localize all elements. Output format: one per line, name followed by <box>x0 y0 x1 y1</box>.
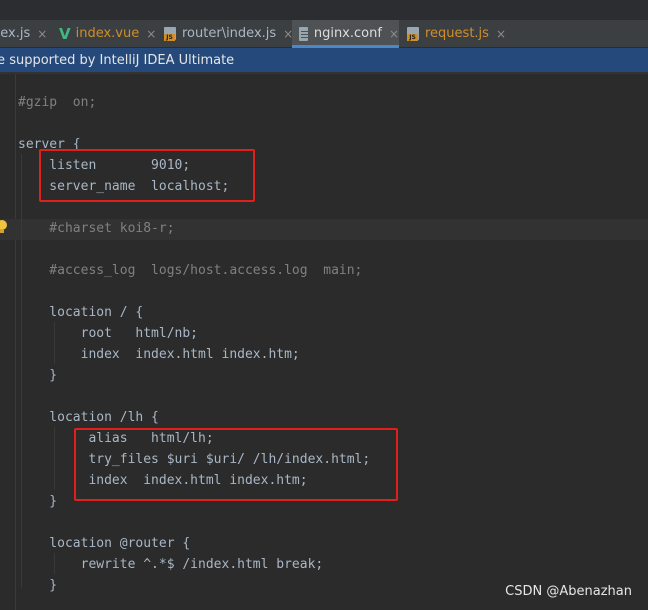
banner-text: re supported by IntelliJ IDEA Ultimate <box>0 52 235 68</box>
close-icon[interactable]: × <box>37 27 47 41</box>
tab-index-vue[interactable]: V index.vue × <box>59 20 164 47</box>
code-line: index index.html index.htm; <box>18 347 300 362</box>
code-line: #access_log logs/host.access.log main; <box>18 263 363 278</box>
tab-router-index-js[interactable]: JS router\index.js × <box>164 20 301 47</box>
highlight-box-location-lh <box>74 428 398 501</box>
close-icon[interactable]: × <box>496 27 506 41</box>
gutter-divider <box>15 74 16 610</box>
watermark: CSDN @Abenazhan <box>505 584 632 599</box>
tab-request-js[interactable]: JS request.js × <box>407 20 514 47</box>
tab-label: nginx.conf <box>313 26 382 41</box>
code-line: #charset koi8-r; <box>18 221 175 236</box>
code-line: } <box>18 494 58 509</box>
tab-nginx-conf[interactable]: nginx.conf × <box>292 20 399 48</box>
tab-label: index.vue <box>75 26 140 41</box>
tab-label: request.js <box>425 26 489 41</box>
code-line: location / { <box>18 305 144 320</box>
tab-index-js[interactable]: dex.js × <box>0 20 53 47</box>
code-line: } <box>18 368 58 383</box>
code-line: location @router { <box>18 536 191 551</box>
editor-tab-bar: dex.js × V index.vue × JS router\index.j… <box>0 20 648 48</box>
js-file-icon: JS <box>164 26 177 41</box>
lightbulb-icon[interactable] <box>0 220 7 234</box>
code-line: rewrite ^.*$ /index.html break; <box>18 557 324 572</box>
close-icon[interactable]: × <box>389 27 399 41</box>
js-file-icon: JS <box>407 26 420 41</box>
code-line: } <box>18 578 58 593</box>
tab-label: dex.js <box>0 26 31 41</box>
code-line: root html/nb; <box>18 326 199 341</box>
tab-label: router\index.js <box>182 26 277 41</box>
close-icon[interactable]: × <box>146 27 156 41</box>
code-line: #gzip on; <box>18 95 97 110</box>
highlight-box-listen <box>39 149 255 202</box>
config-file-icon <box>299 26 308 41</box>
code-line: location /lh { <box>18 410 159 425</box>
plugin-notification-banner: re supported by IntelliJ IDEA Ultimate <box>0 48 648 72</box>
code-editor[interactable]: #gzip on; server { listen 9010; server_n… <box>0 74 648 610</box>
vue-icon: V <box>59 24 71 43</box>
window-top-strip <box>0 0 648 20</box>
